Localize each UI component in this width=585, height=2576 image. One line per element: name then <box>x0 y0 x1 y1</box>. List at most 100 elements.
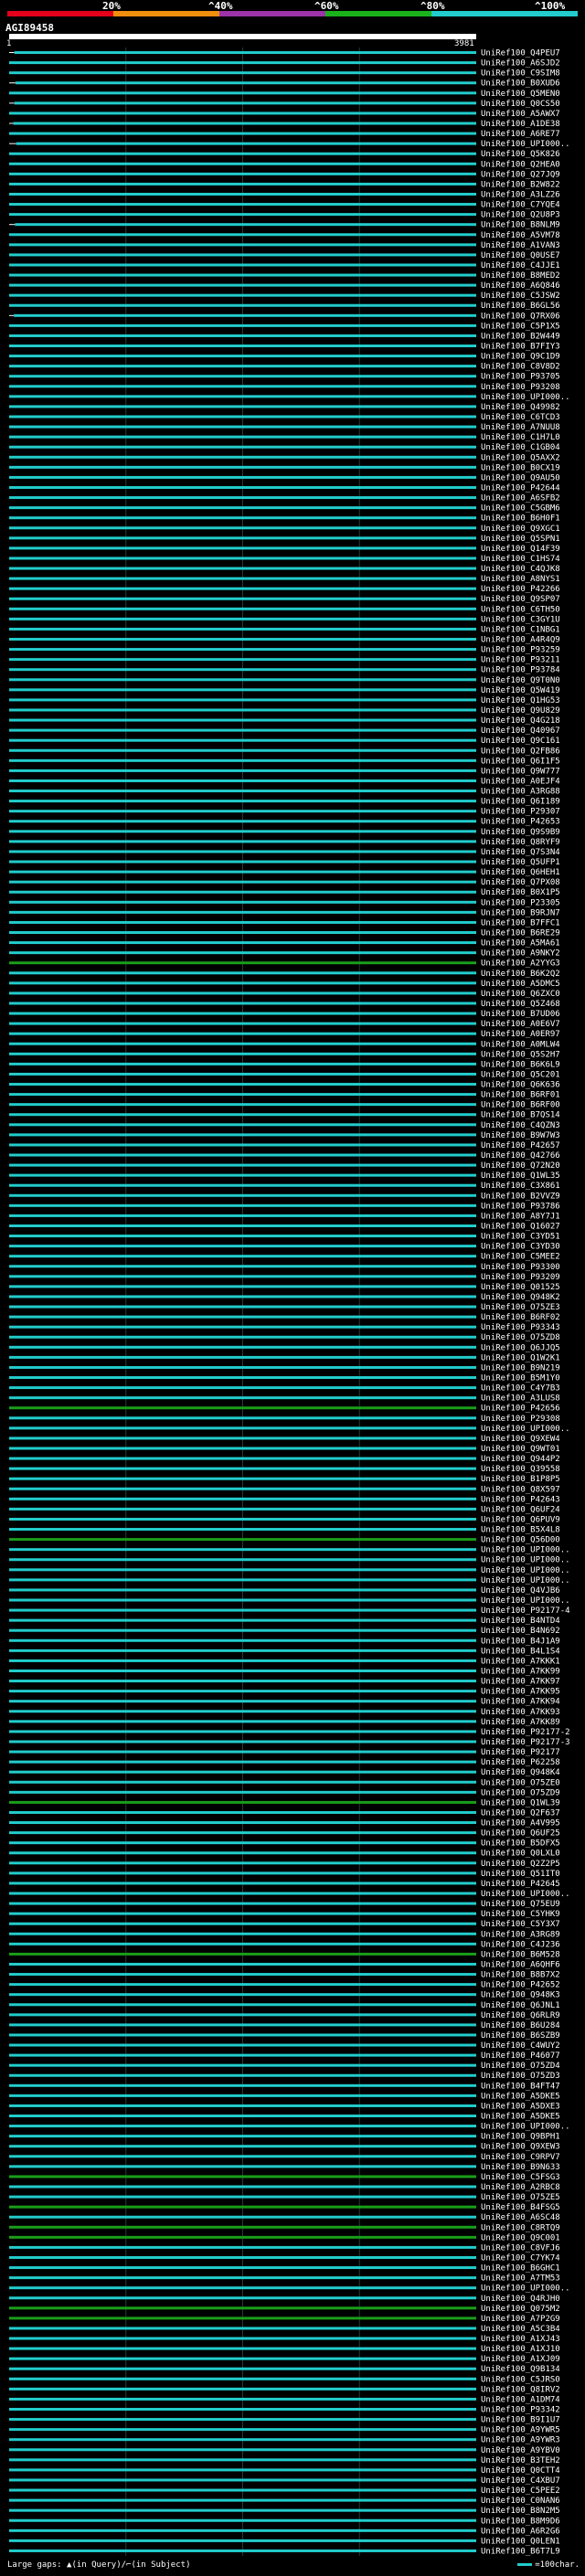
hit-bar[interactable] <box>9 1770 476 1774</box>
hit-label[interactable]: UniRef100_B4N692 <box>481 1627 560 1636</box>
hit-bar[interactable] <box>9 445 476 449</box>
hit-label[interactable]: UniRef100_B6T7L9 <box>481 2547 560 2556</box>
hit-label[interactable]: UniRef100_O75ZD4 <box>481 2062 560 2071</box>
hit-label[interactable]: UniRef100_O75ZE5 <box>481 2193 560 2202</box>
hit-label[interactable]: UniRef100_Q948K2 <box>481 1293 560 1302</box>
hit-bar[interactable] <box>9 1983 476 1987</box>
hit-label[interactable]: UniRef100_B4J1A9 <box>481 1637 560 1646</box>
hit-label[interactable]: UniRef100_Q8X597 <box>481 1485 560 1494</box>
hit-label[interactable]: UniRef100_Q0LXL0 <box>481 1850 560 1859</box>
hit-label[interactable]: UniRef100_P92177-3 <box>481 1738 570 1747</box>
hit-bar[interactable] <box>9 1912 476 1915</box>
hit-label[interactable]: UniRef100_B5X4L8 <box>481 1526 560 1535</box>
hit-bar[interactable] <box>9 213 476 217</box>
hit-bar[interactable] <box>9 375 476 378</box>
hit-bar[interactable] <box>9 71 476 75</box>
hit-label[interactable]: UniRef100_UPI000.. <box>481 1556 570 1565</box>
hit-label[interactable]: UniRef100_Q948K4 <box>481 1768 560 1777</box>
hit-label[interactable]: UniRef100_Q2FB86 <box>481 747 560 756</box>
hit-bar[interactable] <box>9 1821 476 1825</box>
hit-label[interactable]: UniRef100_UPI000.. <box>481 1890 570 1899</box>
hit-bar[interactable] <box>9 1578 476 1582</box>
hit-label[interactable]: UniRef100_P29307 <box>481 808 560 817</box>
hit-label[interactable]: UniRef100_O75ZD3 <box>481 2072 560 2081</box>
hit-label[interactable]: UniRef100_B6RF02 <box>481 1313 560 1322</box>
hit-label[interactable]: UniRef100_Q6JJQ5 <box>481 1343 560 1352</box>
hit-label[interactable]: UniRef100_A6RE77 <box>481 130 560 139</box>
hit-label[interactable]: UniRef100_B2W449 <box>481 332 560 341</box>
hit-label[interactable]: UniRef100_Q6JNL1 <box>481 2001 560 2010</box>
hit-label[interactable]: UniRef100_A5DKE5 <box>481 2092 560 2101</box>
hit-label[interactable]: UniRef100_B7FFC1 <box>481 918 560 928</box>
hit-label[interactable]: UniRef100_Q7RX06 <box>481 312 560 321</box>
hit-label[interactable]: UniRef100_C1NBG1 <box>481 625 560 634</box>
hit-label[interactable]: UniRef100_C7YQE4 <box>481 201 560 210</box>
hit-bar[interactable] <box>9 1386 476 1390</box>
hit-bar[interactable] <box>9 2438 476 2442</box>
hit-label[interactable]: UniRef100_C1HS74 <box>481 555 560 564</box>
hit-bar[interactable] <box>9 1861 476 1865</box>
hit-label[interactable]: UniRef100_Q2Z2P5 <box>481 1860 560 1869</box>
hit-bar[interactable] <box>9 1163 476 1167</box>
hit-bar[interactable] <box>9 1325 476 1329</box>
hit-label[interactable]: UniRef100_A1XJ43 <box>481 2335 560 2344</box>
hit-label[interactable]: UniRef100_Q9C161 <box>481 737 560 746</box>
hit-label[interactable]: UniRef100_A7NUU8 <box>481 423 560 432</box>
hit-label[interactable]: UniRef100_C4QJK8 <box>481 565 560 574</box>
hit-bar[interactable] <box>9 920 476 924</box>
hit-bar[interactable] <box>9 2286 476 2290</box>
hit-label[interactable]: UniRef100_C1H7L0 <box>481 433 560 442</box>
hit-label[interactable]: UniRef100_Q9XGC1 <box>481 525 560 534</box>
hit-label[interactable]: UniRef100_A5DMC5 <box>481 980 560 989</box>
hit-bar[interactable] <box>9 2367 476 2370</box>
hit-bar[interactable] <box>9 2478 476 2482</box>
hit-bar[interactable] <box>9 2397 476 2401</box>
hit-label[interactable]: UniRef100_P92177-4 <box>481 1606 570 1616</box>
hit-bar[interactable] <box>9 587 476 590</box>
hit-bar[interactable] <box>9 1517 476 1521</box>
hit-bar[interactable] <box>9 2145 476 2148</box>
hit-label[interactable]: UniRef100_C4QZN3 <box>481 1121 560 1130</box>
hit-label[interactable]: UniRef100_Q9U829 <box>481 706 560 716</box>
hit-label[interactable]: UniRef100_A3RG89 <box>481 1930 560 1939</box>
hit-label[interactable]: UniRef100_O75ZD8 <box>481 1333 560 1342</box>
hit-label[interactable]: UniRef100_Q56D00 <box>481 1536 560 1545</box>
hit-bar[interactable] <box>9 1265 476 1268</box>
hit-label[interactable]: UniRef100_C3YD51 <box>481 1233 560 1242</box>
hit-bar[interactable] <box>9 1335 476 1339</box>
hit-bar[interactable] <box>9 981 476 985</box>
hit-label[interactable]: UniRef100_Q944P2 <box>481 1455 560 1464</box>
hit-label[interactable]: UniRef100_UPI000.. <box>481 2284 570 2294</box>
hit-label[interactable]: UniRef100_Q5UFP1 <box>481 858 560 867</box>
hit-bar[interactable] <box>9 2125 476 2128</box>
hit-label[interactable]: UniRef100_P62258 <box>481 1758 560 1767</box>
hit-label[interactable]: UniRef100_Q9C001 <box>481 2233 560 2242</box>
hit-bar[interactable] <box>9 1730 476 1733</box>
hit-label[interactable]: UniRef100_UPI000.. <box>481 1566 570 1575</box>
hit-label[interactable]: UniRef100_A5DKE5 <box>481 2113 560 2122</box>
hit-bar[interactable] <box>9 1305 476 1309</box>
hit-bar[interactable] <box>9 546 476 550</box>
hit-bar[interactable] <box>13 122 477 125</box>
hit-bar[interactable] <box>9 1528 476 1532</box>
hit-label[interactable]: UniRef100_B8NLM9 <box>481 221 560 230</box>
hit-bar[interactable] <box>9 2357 476 2360</box>
hit-bar[interactable] <box>9 425 476 429</box>
hit-label[interactable]: UniRef100_B7FIY3 <box>481 343 560 352</box>
hit-label[interactable]: UniRef100_Q6HEH1 <box>481 868 560 877</box>
hit-bar[interactable] <box>9 2115 476 2118</box>
hit-label[interactable]: UniRef100_A1DE38 <box>481 120 560 129</box>
hit-label[interactable]: UniRef100_Q9T0N0 <box>481 676 560 685</box>
hit-bar[interactable] <box>9 597 476 600</box>
hit-label[interactable]: UniRef100_A3LUS8 <box>481 1394 560 1404</box>
hit-label[interactable]: UniRef100_Q5AXX2 <box>481 453 560 462</box>
hit-label[interactable]: UniRef100_P42643 <box>481 1495 560 1504</box>
hit-label[interactable]: UniRef100_P93208 <box>481 383 560 392</box>
hit-label[interactable]: UniRef100_B9N219 <box>481 1363 560 1373</box>
hit-label[interactable]: UniRef100_P42645 <box>481 1880 560 1889</box>
hit-label[interactable]: UniRef100_B9W7W3 <box>481 1131 560 1140</box>
hit-label[interactable]: UniRef100_A6SC48 <box>481 2213 560 2222</box>
hit-label[interactable]: UniRef100_B6K6L9 <box>481 1060 560 1069</box>
hit-label[interactable]: UniRef100_B5M1Y0 <box>481 1374 560 1383</box>
hit-label[interactable]: UniRef100_Q948K3 <box>481 1991 560 2000</box>
